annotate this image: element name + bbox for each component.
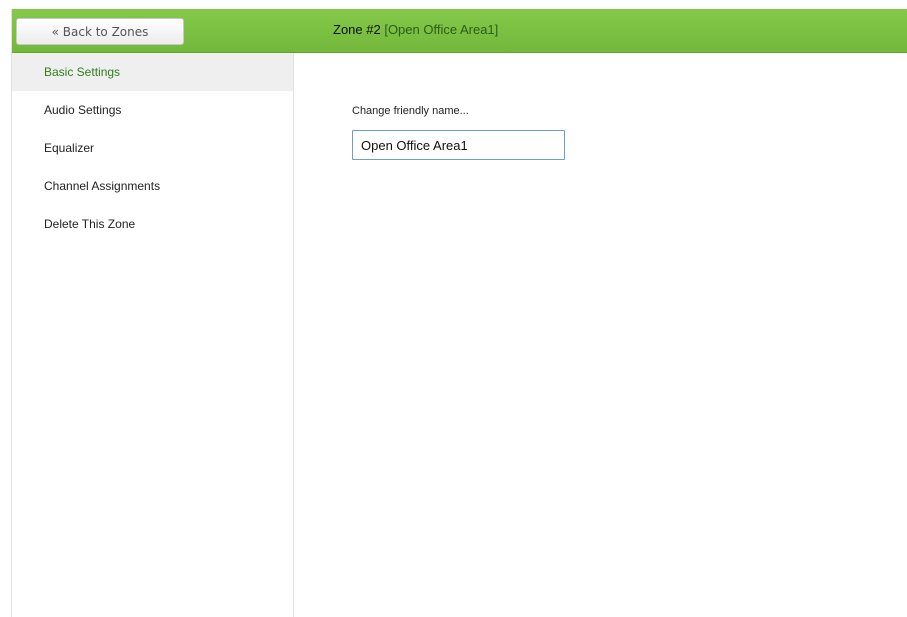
header-bar: « Back to Zones Zone #2 [Open Office Are… [12, 9, 907, 53]
friendly-name-label: Change friendly name... [352, 105, 469, 117]
back-to-zones-button[interactable]: « Back to Zones [16, 18, 184, 45]
sidebar-item-equalizer[interactable]: Equalizer [12, 129, 293, 167]
page-title: Zone #2 [Open Office Area1] [333, 22, 498, 37]
sidebar-item-delete-zone[interactable]: Delete This Zone [12, 205, 293, 243]
sidebar-item-audio-settings[interactable]: Audio Settings [12, 91, 293, 129]
friendly-name-input[interactable] [352, 130, 565, 160]
zone-number: Zone #2 [333, 22, 381, 37]
zone-name: [Open Office Area1] [384, 22, 499, 37]
sidebar: Basic Settings Audio Settings Equalizer … [12, 53, 294, 617]
sidebar-item-channel-assignments[interactable]: Channel Assignments [12, 167, 293, 205]
app-frame: « Back to Zones Zone #2 [Open Office Are… [11, 9, 907, 617]
main-content: Change friendly name... [295, 53, 907, 617]
sidebar-item-basic-settings[interactable]: Basic Settings [12, 53, 293, 91]
